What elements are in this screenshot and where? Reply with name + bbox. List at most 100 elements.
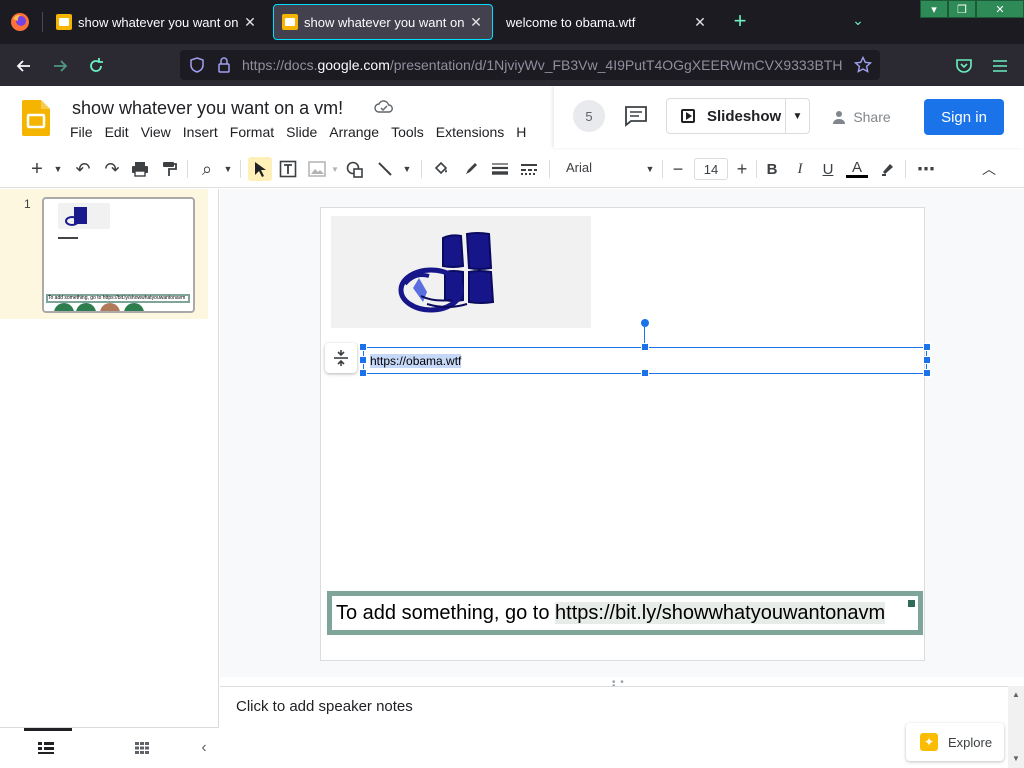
underline-button[interactable]: U (818, 157, 838, 181)
pocket-icon[interactable] (952, 54, 976, 78)
notes-resize-grip[interactable]: • • • (612, 678, 632, 692)
tab-close-icon[interactable]: ✕ (468, 14, 484, 31)
text-color-button[interactable]: A (846, 157, 868, 181)
shape-icon[interactable] (344, 157, 366, 181)
speaker-notes-panel[interactable]: Click to add speaker notes ✦ Explore (220, 686, 1008, 768)
vertical-align-icon[interactable] (325, 343, 357, 373)
viewer-count-avatar[interactable]: 5 (573, 100, 605, 132)
border-dash-icon[interactable] (518, 157, 540, 181)
bookmark-star-icon[interactable] (853, 55, 873, 79)
resize-handle-right[interactable] (923, 356, 931, 364)
url-text[interactable]: https://docs.google.com/presentation/d/1… (242, 57, 842, 73)
redo-button[interactable]: ↷ (101, 157, 123, 181)
tracking-shield-icon[interactable] (190, 57, 204, 78)
print-icon[interactable] (129, 157, 151, 181)
slideshow-options-dropdown[interactable]: ▼ (785, 99, 809, 133)
resize-handle-top[interactable] (641, 343, 649, 351)
tab-obama-wtf[interactable]: welcome to obama.wtf ✕ (498, 4, 716, 40)
sign-in-button[interactable]: Sign in (924, 99, 1004, 135)
lock-icon[interactable] (218, 57, 230, 78)
reload-icon[interactable] (84, 54, 108, 78)
decrease-font-size-button[interactable]: − (668, 157, 688, 181)
tab-slides-2-active[interactable]: show whatever you want on a vm! ✕ (273, 4, 493, 40)
menu-format[interactable]: Format (230, 124, 281, 140)
zoom-dropdown[interactable]: ▼ (220, 157, 236, 181)
instruction-textbox[interactable]: To add something, go to https://bit.ly/s… (327, 591, 923, 635)
tab-close-icon[interactable]: ✕ (242, 14, 258, 31)
menu-arrange[interactable]: Arrange (329, 124, 386, 140)
minimize-button[interactable]: ▾ (920, 0, 948, 18)
hamburger-menu-icon[interactable] (988, 54, 1012, 78)
border-weight-icon[interactable] (489, 157, 511, 181)
back-arrow-icon[interactable] (12, 54, 36, 78)
insert-image-dropdown[interactable]: ▼ (330, 157, 340, 181)
restore-button[interactable]: ❐ (948, 0, 976, 18)
instruction-text[interactable]: To add something, go to https://bit.ly/s… (336, 602, 886, 625)
start-slideshow-button[interactable]: Slideshow (667, 99, 785, 133)
line-type-dropdown[interactable]: ▼ (400, 157, 414, 181)
paint-format-icon[interactable] (158, 157, 180, 181)
highlight-color-icon[interactable] (877, 157, 899, 181)
url-textbox-text[interactable]: https://obama.wtf (370, 354, 462, 368)
resize-handle-top-left[interactable] (359, 343, 367, 351)
close-window-button[interactable]: ✕ (976, 0, 1024, 18)
menu-view[interactable]: View (141, 124, 178, 140)
resize-handle-top-right[interactable] (923, 343, 931, 351)
document-title[interactable]: show whatever you want on a vm! (72, 98, 343, 119)
font-family-select[interactable]: Arial (566, 160, 592, 175)
menu-file[interactable]: File (70, 124, 100, 140)
hide-filmstrip-chevron-icon[interactable]: ‹ (194, 738, 214, 758)
italic-button[interactable]: I (790, 157, 810, 181)
explore-button[interactable]: ✦ Explore (906, 723, 1004, 761)
menu-tools[interactable]: Tools (391, 124, 431, 140)
more-options-icon[interactable]: ⋯ (914, 157, 938, 181)
insert-image-icon[interactable] (305, 157, 329, 181)
forward-arrow-icon[interactable] (48, 54, 72, 78)
rotation-handle[interactable] (641, 319, 649, 327)
new-tab-button[interactable]: + (730, 10, 750, 34)
text-box-icon[interactable] (277, 157, 299, 181)
bold-button[interactable]: B (762, 157, 782, 181)
increase-font-size-button[interactable]: + (732, 157, 752, 181)
font-size-input[interactable]: 14 (694, 158, 728, 180)
border-color-icon[interactable] (460, 157, 482, 181)
resize-handle-bottom-left[interactable] (359, 369, 367, 377)
menu-extensions[interactable]: Extensions (436, 124, 511, 140)
tab-close-icon[interactable]: ✕ (692, 14, 708, 31)
url-bar[interactable]: https://docs.google.com/presentation/d/1… (180, 50, 880, 80)
list-all-tabs-icon[interactable]: ⌄ (848, 12, 868, 32)
textbox-corner-handle[interactable] (908, 600, 915, 607)
windows-logo-drawing-image[interactable] (331, 216, 591, 328)
slide-canvas[interactable]: https://obama.wtf To add something, go t… (320, 207, 931, 661)
collapse-toolbar-icon[interactable]: ︿ (978, 157, 1000, 181)
menu-edit[interactable]: Edit (105, 124, 136, 140)
firefox-logo-icon[interactable] (8, 10, 32, 34)
list-view-icon[interactable] (36, 738, 56, 758)
line-icon[interactable] (374, 157, 396, 181)
font-family-dropdown[interactable]: ▼ (642, 157, 658, 181)
cloud-saved-icon[interactable] (374, 98, 394, 116)
scroll-up-arrow-icon[interactable]: ▲ (1012, 690, 1020, 699)
grid-view-icon[interactable] (132, 738, 152, 758)
notes-scrollbar[interactable]: ▲ ▼ (1008, 686, 1024, 768)
share-button[interactable]: Share (820, 100, 902, 134)
scroll-down-arrow-icon[interactable]: ▼ (1012, 754, 1020, 763)
undo-button[interactable]: ↶ (72, 157, 94, 181)
resize-handle-bottom[interactable] (641, 369, 649, 377)
menu-slide[interactable]: Slide (286, 124, 324, 140)
slide-thumbnail[interactable]: To add something, go to https://bit.ly/s… (42, 197, 195, 313)
new-slide-button[interactable]: + (26, 157, 48, 181)
menu-insert[interactable]: Insert (183, 124, 225, 140)
speaker-notes-placeholder[interactable]: Click to add speaker notes (236, 698, 413, 715)
new-slide-layout-dropdown[interactable]: ▼ (50, 157, 66, 181)
comment-history-icon[interactable] (622, 104, 650, 128)
tab-slides-1[interactable]: show whatever you want on a vm! ✕ (48, 4, 266, 40)
resize-handle-bottom-right[interactable] (923, 369, 931, 377)
select-cursor-icon[interactable] (248, 157, 272, 181)
resize-handle-left[interactable] (359, 356, 367, 364)
slides-logo-icon[interactable] (22, 100, 50, 136)
menu-help[interactable]: H (516, 124, 533, 140)
instruction-link[interactable]: https://bit.ly/showwhatyouwantonavm (555, 602, 886, 624)
fill-color-icon[interactable] (430, 157, 452, 181)
zoom-icon[interactable]: ⌕ (196, 157, 218, 181)
